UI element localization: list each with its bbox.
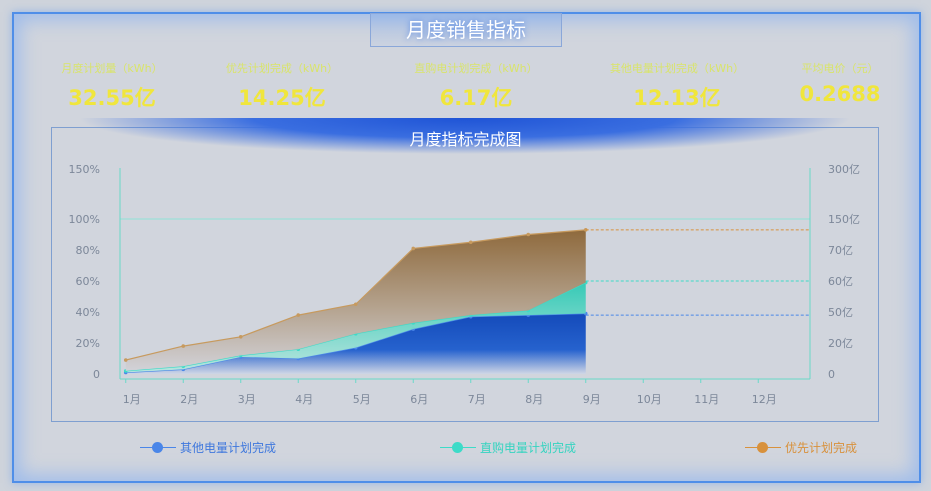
- x-tick-label: 11月: [694, 393, 719, 406]
- x-tick-label: 10月: [637, 393, 662, 406]
- y-right-tick-label: 300亿: [828, 163, 860, 176]
- x-tick-label: 5月: [353, 393, 371, 406]
- data-point: [411, 246, 416, 251]
- y-left-tick-label: 40%: [76, 306, 100, 319]
- y-left-tick-label: 0: [93, 368, 100, 381]
- legend-marker: [440, 440, 476, 456]
- legend-item-priority[interactable]: 优先计划完成: [745, 439, 857, 456]
- data-point: [238, 335, 243, 339]
- legend-dot: [452, 441, 463, 453]
- legend-dot: [757, 441, 768, 453]
- y-left-tick-label: 20%: [76, 337, 100, 350]
- x-tick-label: 1月: [123, 393, 141, 406]
- y-right-tick-label: 150亿: [828, 213, 860, 226]
- data-point: [181, 344, 186, 348]
- y-right-tick-label: 70亿: [828, 244, 853, 257]
- x-tick-label: 8月: [525, 393, 543, 406]
- y-right-tick-label: 60亿: [828, 275, 853, 288]
- legend-item-other[interactable]: 其他电量计划完成: [140, 439, 276, 456]
- x-tick-label: 7月: [468, 393, 486, 406]
- data-point: [296, 313, 301, 317]
- data-point: [468, 240, 473, 245]
- y-left-tick-label: 80%: [76, 244, 100, 257]
- data-point: [353, 302, 358, 307]
- data-point: [123, 358, 128, 362]
- y-right-tick-label: 20亿: [828, 337, 853, 350]
- y-left-tick-label: 150%: [69, 163, 100, 176]
- x-tick-label: 12月: [752, 393, 777, 406]
- legend-label: 直购电量计划完成: [480, 441, 577, 455]
- y-right-tick-label: 0: [828, 368, 835, 381]
- legend-marker: [140, 440, 176, 456]
- x-tick-label: 3月: [238, 393, 256, 406]
- y-left-tick-label: 60%: [76, 275, 100, 288]
- x-tick-label: 9月: [583, 393, 601, 406]
- legend-label: 其他电量计划完成: [180, 441, 277, 455]
- x-tick-label: 4月: [295, 393, 313, 406]
- data-point: [526, 232, 531, 237]
- x-tick-label: 2月: [180, 393, 198, 406]
- y-left-tick-label: 100%: [69, 213, 100, 226]
- legend-item-direct[interactable]: 直购电量计划完成: [440, 439, 576, 456]
- legend-label: 优先计划完成: [785, 441, 858, 455]
- y-right-tick-label: 50亿: [828, 306, 853, 319]
- legend-dot: [152, 441, 163, 453]
- x-tick-label: 6月: [410, 393, 428, 406]
- area-chart: 0 20% 40% 60% 80% 100% 150% 0 20亿 50亿 60亿 70亿 150亿 30…: [69, 163, 860, 406]
- legend-marker: [745, 440, 781, 456]
